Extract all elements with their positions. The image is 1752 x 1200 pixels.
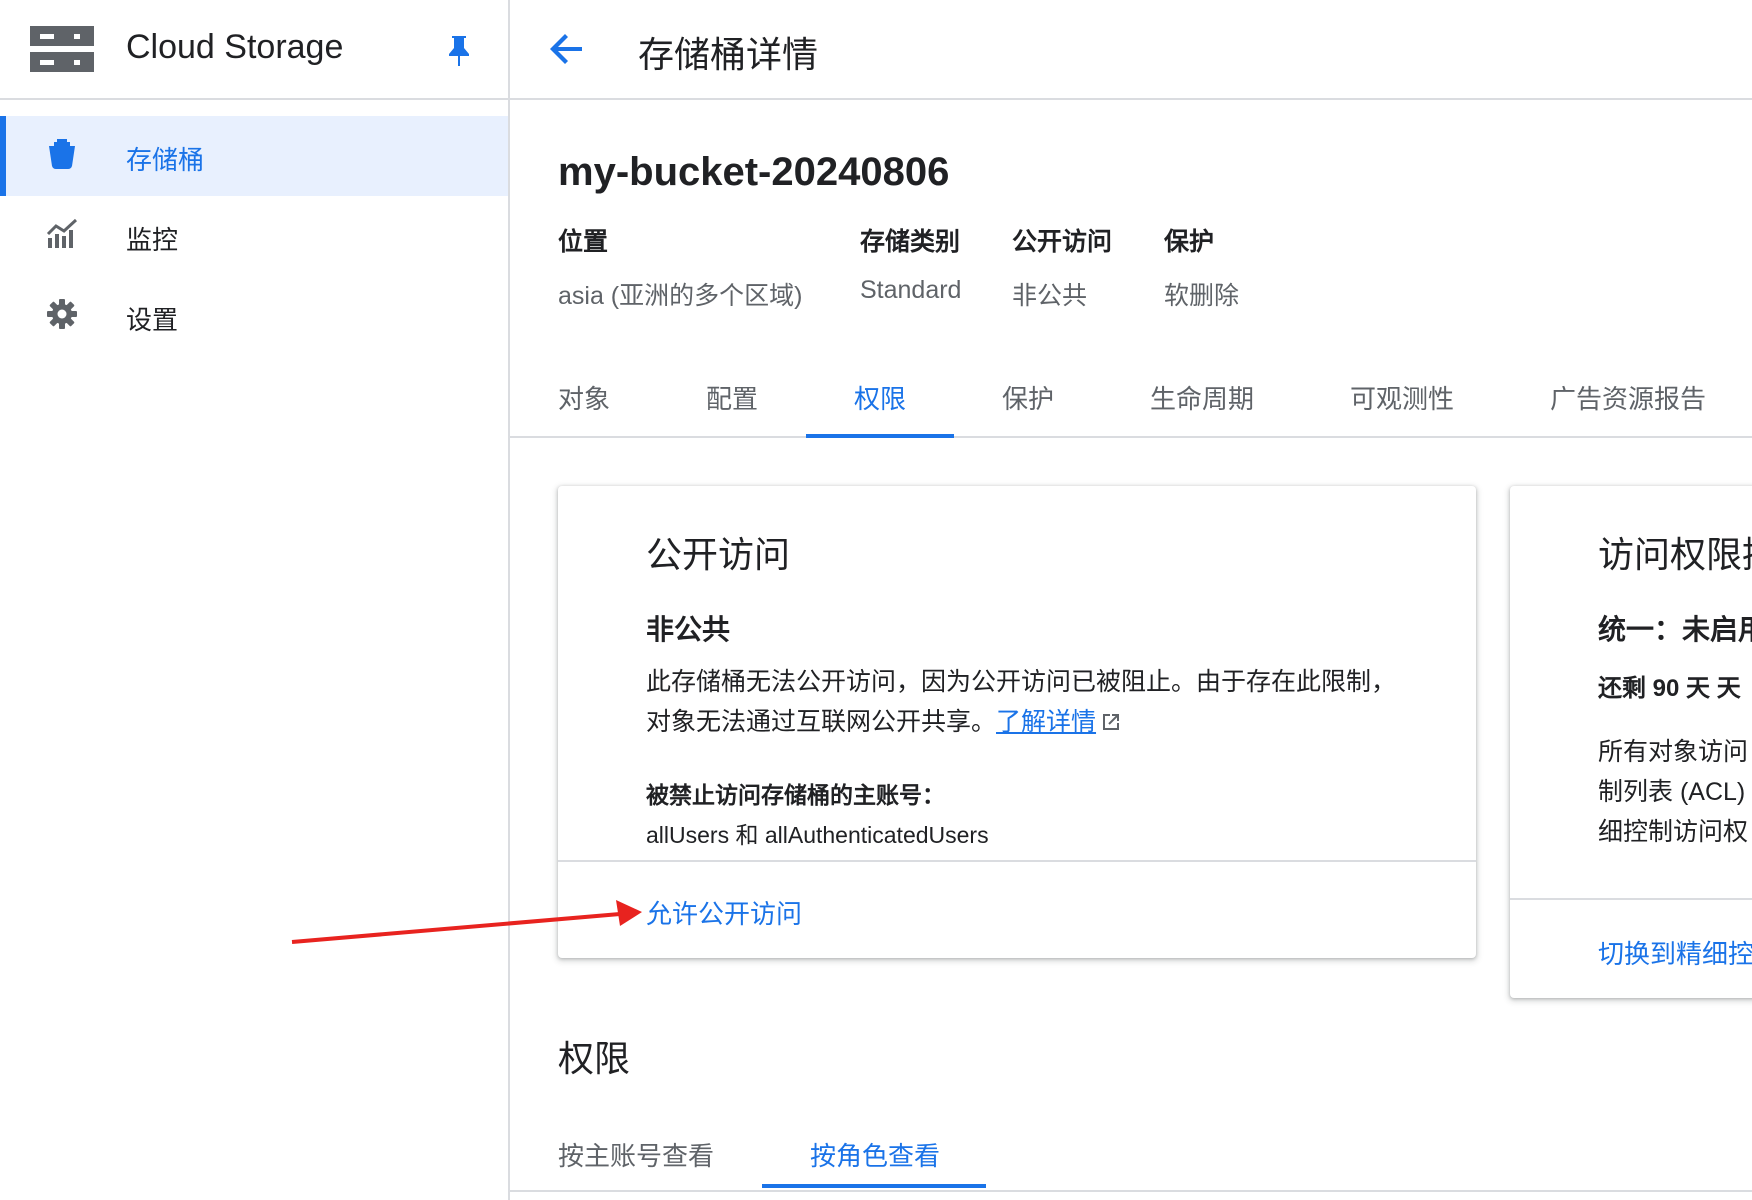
meta-location: 位置 asia (亚洲的多个区域) [558,222,802,312]
public-access-card: 公开访问 非公共 此存储桶无法公开访问，因为公开访问已被阻止。由于存在此限制， … [558,486,1476,958]
access-control-card: 访问权限控 统一：未启用 还剩 90 天 天 所有对象访问 制列表 (ACL) … [1510,486,1752,998]
tab-inventory-reports[interactable]: 广告资源报告 [1550,372,1706,436]
public-access-status: 非公共 [646,614,731,645]
meta-value: Standard [860,276,962,304]
active-subtab-indicator [762,1184,986,1188]
permissions-view-tabs: 按主账号查看 按角色查看 [510,1128,1752,1192]
tab-view-by-principal[interactable]: 按主账号查看 [558,1136,714,1173]
sidebar-item-monitoring[interactable]: 监控 [0,196,508,276]
tab-observability[interactable]: 可观测性 [1350,372,1454,436]
monitoring-chart-icon [46,218,78,248]
active-tab-indicator [806,434,954,438]
bucket-icon [49,139,75,169]
public-access-description: 此存储桶无法公开访问，因为公开访问已被阻止。由于存在此限制， 对象无法通过互联网… [646,668,1397,736]
storage-logo-icon [30,26,94,72]
bucket-name: my-bucket-20240806 [558,150,950,194]
meta-label: 存储类别 [860,228,961,256]
divider [1510,898,1752,900]
tab-protection[interactable]: 保护 [1002,372,1054,436]
sidebar-item-label: 存储桶 [126,145,205,175]
pin-icon[interactable] [447,34,471,68]
access-control-mode: 统一：未启用 [1598,614,1752,645]
sidebar: Cloud Storage 存储桶 监控 设置 [0,0,510,1200]
page-title: 存储桶详情 [638,34,819,75]
app-title: Cloud Storage [126,28,344,66]
card-title: 公开访问 [646,534,791,575]
meta-label: 保护 [1164,228,1215,256]
sidebar-item-settings[interactable]: 设置 [0,276,508,356]
sidebar-item-label: 设置 [126,305,179,335]
arrow-back-icon[interactable] [546,28,588,70]
tab-bar: 对象 配置 权限 保护 生命周期 可观测性 广告资源报告 [510,372,1752,438]
meta-label: 位置 [558,228,609,256]
allow-public-access-button[interactable]: 允许公开访问 [646,894,802,931]
tab-objects[interactable]: 对象 [558,372,610,436]
learn-more-link[interactable]: 了解详情 [996,708,1096,736]
switch-to-fine-grained-button[interactable]: 切换到精细控 [1598,934,1752,971]
permissions-section-title: 权限 [558,1038,631,1079]
tab-configuration[interactable]: 配置 [706,372,758,436]
sidebar-item-buckets[interactable]: 存储桶 [0,116,508,196]
tab-view-by-role[interactable]: 按角色查看 [810,1136,940,1173]
tab-permissions[interactable]: 权限 [806,372,954,438]
sidebar-item-label: 监控 [126,225,179,255]
access-control-remaining: 还剩 90 天 天 [1598,675,1741,702]
top-bar: 存储桶详情 [510,0,1752,100]
card-title: 访问权限控 [1598,534,1752,575]
divider [558,860,1476,862]
meta-public-access: 公开访问 非公共 [1012,222,1112,312]
blocked-principals-label: 被禁止访问存储桶的主账号： [646,782,945,808]
meta-value: 软删除 [1164,282,1240,310]
meta-label: 公开访问 [1012,228,1113,256]
access-control-description: 所有对象访问 制列表 (ACL) 细控制访问权 [1598,738,1749,846]
blocked-principals-value: allUsers 和 allAuthenticatedUsers [646,822,989,848]
meta-value: asia (亚洲的多个区域) [558,282,803,310]
tab-lifecycle[interactable]: 生命周期 [1150,372,1254,436]
gear-icon [47,299,77,329]
external-link-icon[interactable] [1100,711,1122,733]
meta-storage-class: 存储类别 Standard [860,222,961,305]
meta-protection: 保护 软删除 [1164,222,1239,312]
sidebar-header: Cloud Storage [0,0,508,100]
meta-value: 非公共 [1012,282,1088,310]
